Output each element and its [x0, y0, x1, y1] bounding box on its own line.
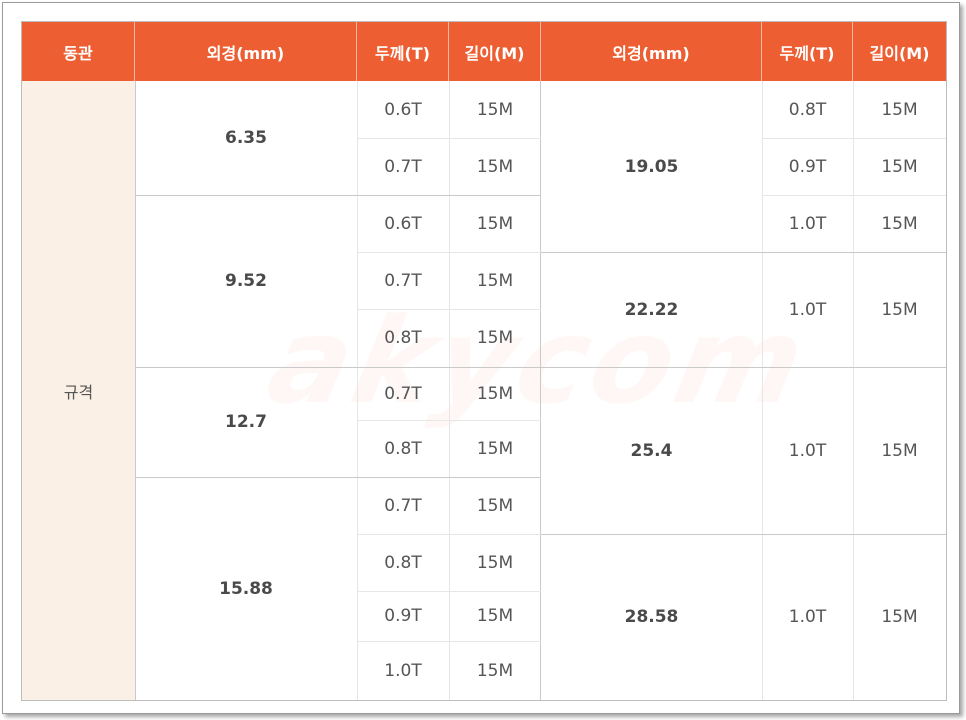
left-length-cell: 15M — [476, 495, 514, 516]
grid-line — [357, 81, 358, 700]
left-thickness-cell: 0.8T — [384, 552, 422, 573]
left-thickness-cell: 1.0T — [384, 660, 422, 681]
right-thickness-cell: 1.0T — [788, 440, 827, 461]
left-thickness-cell: 0.7T — [384, 495, 422, 516]
right-od-cell: 22.22 — [624, 299, 679, 320]
grid-line — [357, 138, 541, 139]
left-length-cell: 15M — [476, 213, 514, 234]
right-length-cell: 15M — [881, 607, 918, 627]
grid-line — [357, 641, 541, 642]
left-length-cell: 15M — [476, 383, 514, 404]
grid-line — [762, 138, 946, 139]
left-od-cell: 12.7 — [225, 412, 267, 432]
left-od-cell: 6.35 — [225, 128, 267, 148]
left-length-cell: 15M — [476, 99, 514, 120]
left-length-cell: 15M — [476, 552, 514, 573]
left-od-cell: 15.88 — [219, 578, 273, 599]
right-length-cell: 15M — [881, 299, 918, 320]
category-cell: 규격 — [22, 81, 135, 700]
header-right-od: 외경(mm) — [541, 22, 762, 81]
header-left-thickness: 두께(T) — [357, 22, 449, 81]
grid-line — [357, 420, 541, 421]
left-thickness-cell: 0.7T — [384, 270, 422, 291]
grid-line — [135, 195, 541, 196]
spec-table: akycom 동관 외경(mm) 두께(T) 길이(M) 외경(mm) 두께(T… — [21, 21, 947, 701]
left-thickness-cell: 0.7T — [384, 383, 422, 404]
right-thickness-cell: 1.0T — [788, 299, 827, 320]
left-thickness-cell: 0.9T — [384, 606, 422, 626]
right-od-cell: 25.4 — [630, 440, 673, 461]
header-left-length: 길이(M) — [449, 22, 541, 81]
left-thickness-cell: 0.7T — [384, 156, 422, 177]
left-thickness-cell: 0.8T — [384, 438, 422, 459]
grid-line — [135, 367, 541, 368]
right-thickness-cell: 1.0T — [788, 213, 827, 234]
right-length-cell: 15M — [881, 99, 918, 120]
left-length-cell: 15M — [476, 328, 514, 348]
right-od-cell: 19.05 — [624, 156, 679, 177]
left-thickness-cell: 0.6T — [384, 213, 422, 234]
grid-line — [541, 252, 946, 253]
grid-line — [357, 534, 541, 535]
right-length-cell: 15M — [881, 213, 918, 234]
header-right-length: 길이(M) — [853, 22, 946, 81]
left-length-cell: 15M — [476, 606, 514, 626]
left-thickness-cell: 0.6T — [384, 99, 422, 120]
grid-line — [135, 477, 541, 478]
left-length-cell: 15M — [476, 156, 514, 177]
left-thickness-cell: 0.8T — [384, 328, 422, 348]
right-thickness-cell: 0.8T — [788, 99, 827, 120]
left-od-cell: 9.52 — [225, 271, 267, 291]
grid-line — [762, 81, 763, 700]
right-length-cell: 15M — [881, 440, 918, 461]
left-length-cell: 15M — [476, 270, 514, 291]
table-frame: akycom 동관 외경(mm) 두께(T) 길이(M) 외경(mm) 두께(T… — [2, 2, 960, 714]
grid-line — [357, 591, 541, 592]
right-od-cell: 28.58 — [624, 607, 679, 627]
left-length-cell: 15M — [476, 438, 514, 459]
grid-line — [357, 252, 541, 253]
grid-line — [540, 81, 541, 700]
header-category: 동관 — [22, 22, 135, 81]
grid-line — [135, 81, 136, 700]
right-thickness-cell: 1.0T — [788, 607, 827, 627]
grid-line — [541, 367, 946, 368]
grid-line — [853, 81, 854, 700]
right-thickness-cell: 0.9T — [788, 156, 827, 177]
grid-line — [762, 195, 946, 196]
header-left-od: 외경(mm) — [135, 22, 357, 81]
right-length-cell: 15M — [881, 156, 918, 177]
grid-line — [449, 81, 450, 700]
grid-line — [357, 309, 541, 310]
header-right-thickness: 두께(T) — [762, 22, 853, 81]
grid-line — [541, 534, 946, 535]
left-length-cell: 15M — [476, 660, 514, 681]
